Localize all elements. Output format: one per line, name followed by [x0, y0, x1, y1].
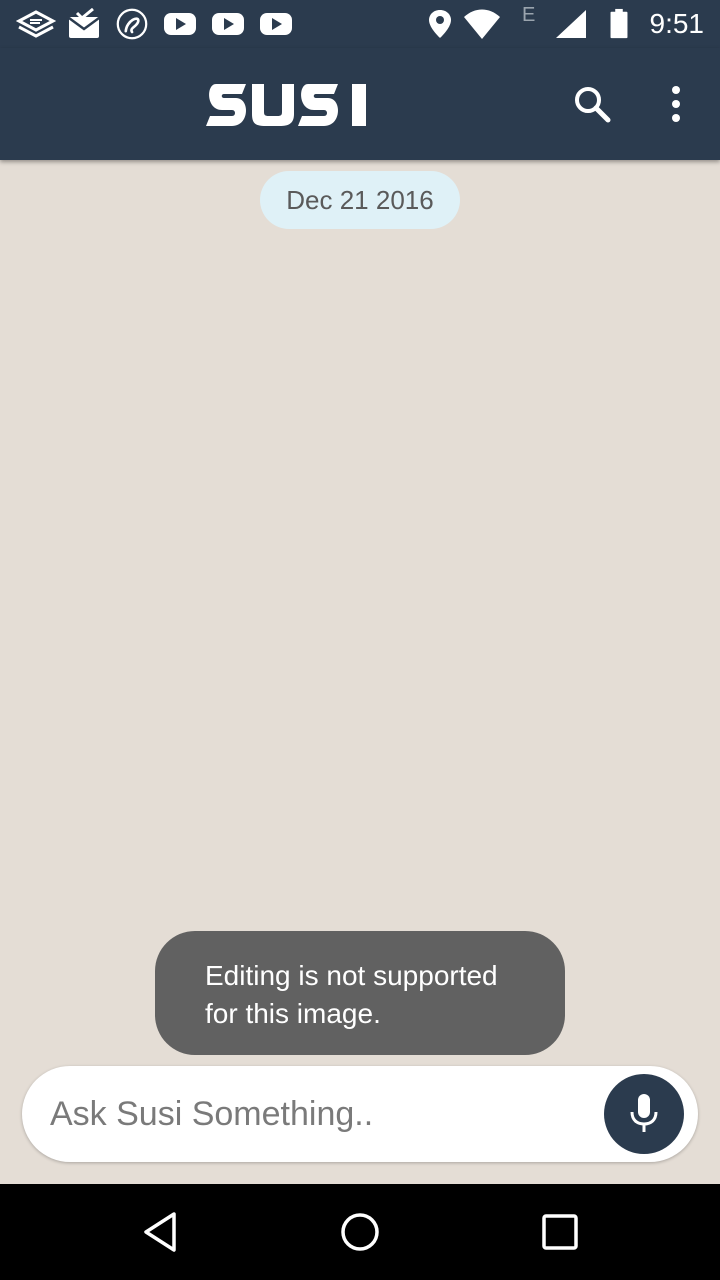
battery-icon — [610, 8, 628, 39]
toast-line-2: for this image. — [205, 998, 381, 1029]
wifi-icon — [464, 9, 500, 39]
status-time: 9:51 — [649, 8, 705, 39]
signal-icon — [556, 10, 586, 38]
app-bar — [0, 48, 720, 160]
mic-button[interactable] — [604, 1074, 684, 1154]
date-chip: Dec 21 2016 — [260, 171, 460, 229]
search-icon[interactable] — [566, 78, 618, 130]
home-icon[interactable] — [336, 1208, 384, 1256]
youtube-icon — [164, 13, 196, 35]
airtel-icon — [116, 8, 148, 40]
message-input-bar — [22, 1066, 698, 1162]
youtube-icon — [212, 13, 244, 35]
layers-icon — [16, 10, 56, 38]
youtube-icon — [260, 13, 292, 35]
toast-message: Editing is not supported for this image. — [155, 931, 565, 1055]
system-nav-bar — [0, 1184, 720, 1280]
toast-line-1: Editing is not supported — [205, 960, 498, 991]
location-icon — [429, 10, 451, 38]
recents-icon[interactable] — [536, 1208, 584, 1256]
mic-icon — [630, 1094, 658, 1132]
mail-check-icon — [68, 8, 100, 38]
more-vert-icon[interactable] — [656, 78, 696, 130]
back-icon[interactable] — [136, 1208, 184, 1256]
susi-logo — [206, 84, 366, 126]
network-type-label: E — [522, 4, 536, 26]
status-bar: E 9:51 — [0, 0, 720, 48]
ask-susi-input[interactable] — [50, 1084, 590, 1144]
